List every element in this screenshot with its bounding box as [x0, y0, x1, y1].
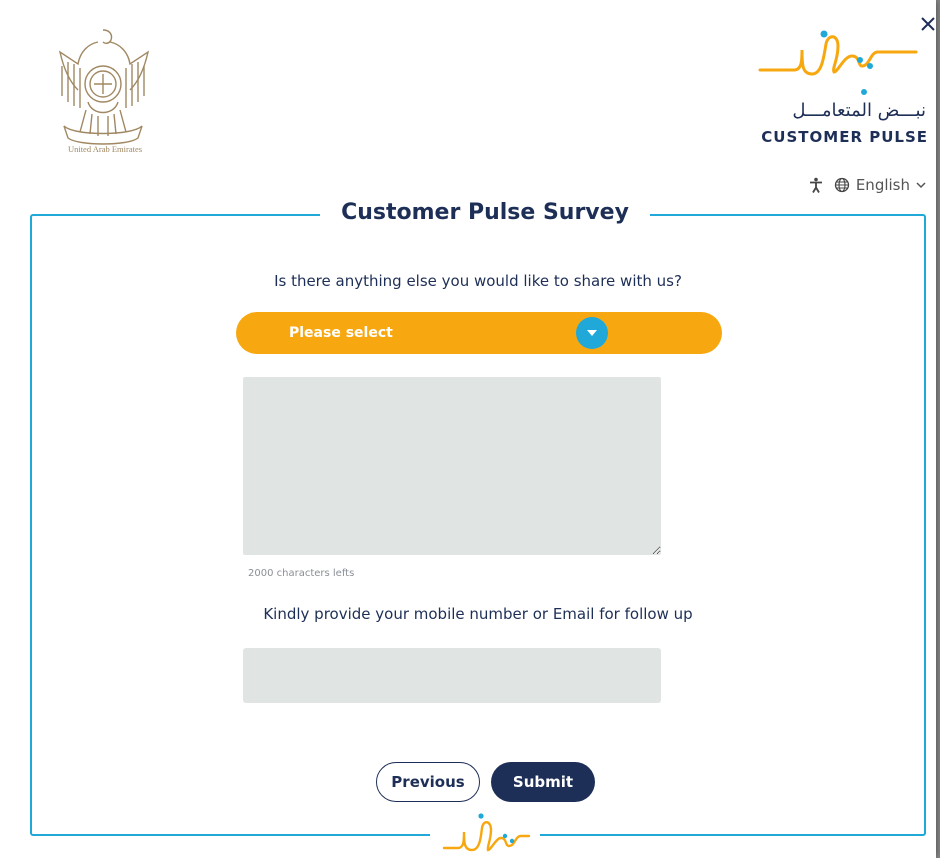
uae-emblem-logo — [58, 29, 150, 145]
survey-window: United Arab Emirates نبـــض المتعامـــل … — [0, 0, 936, 858]
accessibility-icon[interactable] — [808, 177, 824, 193]
submit-button[interactable]: Submit — [491, 762, 595, 802]
brand-english-text: CUSTOMER PULSE — [761, 128, 928, 146]
select-placeholder: Please select — [289, 325, 393, 341]
customer-pulse-mark — [430, 808, 540, 858]
previous-button[interactable]: Previous — [376, 762, 480, 802]
globe-icon — [834, 177, 849, 193]
contact-input[interactable] — [243, 648, 661, 703]
language-label: English — [855, 176, 910, 194]
feedback-textarea[interactable] — [243, 377, 661, 555]
question-contact: Kindly provide your mobile number or Ema… — [263, 605, 693, 623]
customer-pulse-logo — [758, 30, 918, 95]
category-select[interactable]: Please select — [236, 312, 722, 354]
characters-left-counter: 2000 characters lefts — [248, 568, 355, 579]
language-selector[interactable]: English — [834, 176, 926, 194]
header-tools: English — [808, 176, 926, 194]
uae-caption: United Arab Emirates — [67, 144, 143, 154]
survey-title: Customer Pulse Survey — [320, 200, 650, 225]
question-share-more: Is there anything else you would like to… — [274, 272, 682, 290]
chevron-down-icon — [916, 182, 926, 189]
brand-arabic-text: نبـــض المتعامـــل — [792, 100, 926, 121]
caret-down-icon[interactable] — [576, 317, 608, 349]
